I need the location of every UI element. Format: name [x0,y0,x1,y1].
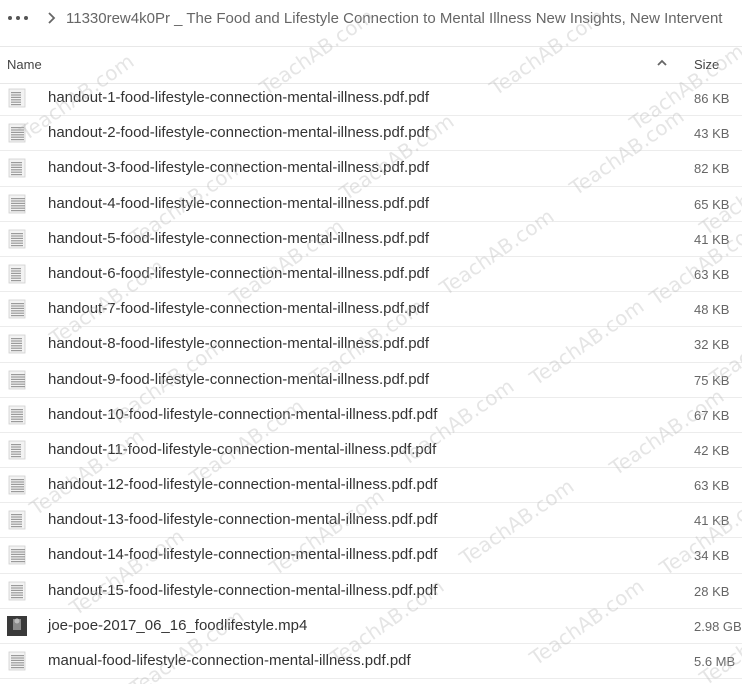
file-row[interactable]: manual-food-lifestyle-connection-mental-… [0,644,742,680]
file-name[interactable]: handout-4-food-lifestyle-connection-ment… [48,195,429,212]
file-name[interactable]: handout-3-food-lifestyle-connection-ment… [48,159,429,176]
file-row[interactable]: handout-15-food-lifestyle-connection-men… [0,574,742,609]
file-name[interactable]: handout-1-food-lifestyle-connection-ment… [48,89,429,106]
breadcrumb-bar: 11330rew4k0Pr _ The Food and Lifestyle C… [0,0,742,36]
file-size: 41 KB [694,231,730,247]
pdf-thumbnail-icon [7,123,27,143]
file-name[interactable]: handout-13-food-lifestyle-connection-men… [48,511,437,528]
pdf-thumbnail-icon [7,229,27,249]
file-row[interactable]: handout-6-food-lifestyle-connection-ment… [0,257,742,293]
file-row[interactable]: handout-14-food-lifestyle-connection-men… [0,538,742,574]
file-size: 34 KB [694,548,730,564]
breadcrumb-folder[interactable]: 11330rew4k0Pr _ The Food and Lifestyle C… [66,10,722,27]
file-size: 41 KB [694,513,730,529]
file-row[interactable]: handout-1-food-lifestyle-connection-ment… [0,81,742,117]
file-name[interactable]: handout-6-food-lifestyle-connection-ment… [48,265,429,282]
file-name[interactable]: handout-2-food-lifestyle-connection-ment… [48,124,429,141]
file-name[interactable]: manual-food-lifestyle-connection-mental-… [48,652,411,669]
chevron-up-icon[interactable] [655,56,669,70]
pdf-thumbnail-icon [7,440,27,460]
file-row[interactable]: handout-4-food-lifestyle-connection-ment… [0,187,742,222]
video-thumbnail-icon [7,615,27,636]
file-name[interactable]: handout-14-food-lifestyle-connection-men… [48,546,437,563]
pdf-thumbnail-icon [7,370,27,390]
file-size: 5.6 MB [694,654,736,669]
pdf-thumbnail-icon [7,299,27,319]
pdf-thumbnail-icon [7,88,27,108]
file-size: 2.98 GB [694,618,742,634]
pdf-thumbnail-icon [7,651,27,671]
size-column-header[interactable]: Size [694,57,719,72]
file-size: 32 KB [694,337,730,353]
file-row[interactable]: handout-10-food-lifestyle-connection-men… [0,398,742,433]
file-row[interactable]: handout-5-food-lifestyle-connection-ment… [0,222,742,257]
file-size: 43 KB [694,126,730,142]
file-row[interactable]: handout-3-food-lifestyle-connection-ment… [0,151,742,187]
file-size: 48 KB [694,302,730,318]
file-size: 42 KB [694,442,730,458]
pdf-thumbnail-icon [7,475,27,495]
pdf-thumbnail-icon [7,334,27,354]
file-name[interactable]: handout-11-food-lifestyle-connection-men… [48,441,436,458]
file-size: 82 KB [694,161,730,177]
pdf-thumbnail-icon [7,581,27,601]
file-row[interactable]: handout-7-food-lifestyle-connection-ment… [0,292,742,328]
pdf-thumbnail-icon [7,405,27,425]
pdf-thumbnail-icon [7,158,27,178]
file-name[interactable]: handout-5-food-lifestyle-connection-ment… [48,230,429,247]
file-name[interactable]: handout-12-food-lifestyle-connection-men… [48,476,437,493]
pdf-thumbnail-icon [7,264,27,284]
file-row[interactable]: handout-8-food-lifestyle-connection-ment… [0,327,742,363]
file-size: 86 KB [694,91,730,106]
file-row[interactable]: handout-12-food-lifestyle-connection-men… [0,468,742,504]
pdf-thumbnail-icon [7,510,27,530]
file-name[interactable]: joe-poe-2017_06_16_foodlifestyle.mp4 [48,617,307,634]
pdf-thumbnail-icon [7,194,27,214]
file-list: handout-1-food-lifestyle-connection-ment… [0,81,742,680]
more-horizontal-icon[interactable] [0,0,36,36]
chevron-right-icon [36,12,66,24]
file-size: 28 KB [694,583,730,599]
file-row[interactable]: handout-11-food-lifestyle-connection-men… [0,433,742,469]
file-size: 65 KB [694,196,730,212]
file-size: 75 KB [694,372,730,388]
name-column-header[interactable]: Name [7,57,42,72]
file-row[interactable]: handout-13-food-lifestyle-connection-men… [0,503,742,539]
file-name[interactable]: handout-9-food-lifestyle-connection-ment… [48,371,429,388]
file-row[interactable]: handout-2-food-lifestyle-connection-ment… [0,116,742,152]
file-size: 63 KB [694,478,730,494]
file-row[interactable]: joe-poe-2017_06_16_foodlifestyle.mp4 2.98… [0,609,742,644]
file-size: 67 KB [694,407,730,423]
file-name[interactable]: handout-7-food-lifestyle-connection-ment… [48,300,429,317]
pdf-thumbnail-icon [7,545,27,565]
file-row[interactable]: handout-9-food-lifestyle-connection-ment… [0,363,742,398]
file-name[interactable]: handout-8-food-lifestyle-connection-ment… [48,335,429,352]
file-size: 63 KB [694,266,730,282]
list-header: Name Size [0,46,742,84]
file-name[interactable]: handout-10-food-lifestyle-connection-men… [48,406,437,423]
file-name[interactable]: handout-15-food-lifestyle-connection-men… [48,582,437,599]
